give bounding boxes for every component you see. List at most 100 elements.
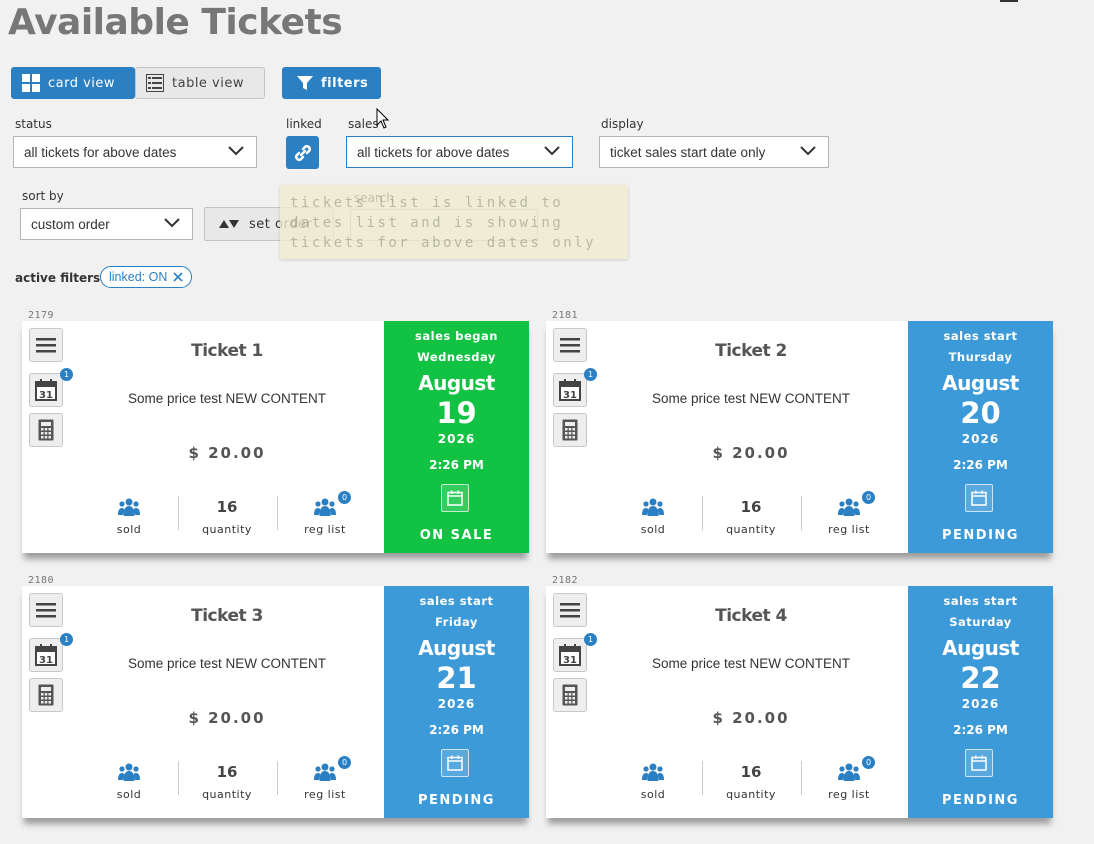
quantity-value: 16 <box>740 498 762 516</box>
reg-list-stat[interactable]: reg list <box>277 762 373 801</box>
sort-arrows-icon <box>219 220 239 228</box>
ticket-dates-button[interactable]: 31 <box>29 638 63 672</box>
sold-stat[interactable]: sold <box>605 762 701 801</box>
active-filter-chip-label: linked: ON <box>109 270 168 284</box>
dates-count-badge: 1 <box>60 633 73 646</box>
sales-time: 2:26 PM <box>953 458 1008 472</box>
ticket-calculator-button[interactable] <box>553 413 587 447</box>
sort-by-select-value: custom order <box>31 216 110 232</box>
hamburger-menu-icon <box>36 338 56 353</box>
ticket-price: $ 20.00 <box>712 709 790 727</box>
dates-count-badge: 1 <box>60 368 73 381</box>
sales-status-text: sales start <box>943 329 1018 343</box>
sales-select[interactable]: all tickets for above dates <box>346 136 573 168</box>
svg-text:31: 31 <box>563 390 577 401</box>
grid-icon <box>22 74 40 92</box>
linked-toggle-button[interactable] <box>286 136 319 169</box>
sort-by-select[interactable]: custom order <box>20 208 193 240</box>
sales-date-panel: sales began Wednesday August 19 2026 2:2… <box>384 321 529 553</box>
filters-button[interactable]: filters <box>282 67 381 99</box>
ticket-card: 31 1 Ticket 3 Some price test NEW CONTEN… <box>22 586 529 818</box>
linked-label: linked <box>286 117 322 131</box>
reg-list-label: reg list <box>828 788 870 801</box>
table-view-button[interactable]: table view <box>135 67 265 99</box>
reg-list-stat[interactable]: reg list <box>277 497 373 536</box>
edit-sale-date-button[interactable] <box>965 749 993 777</box>
svg-text:31: 31 <box>563 655 577 666</box>
ticket-price: $ 20.00 <box>188 709 266 727</box>
calendar-icon: 31 <box>559 379 581 401</box>
sale-status-label: PENDING <box>942 528 1019 543</box>
chevron-down-icon <box>164 218 180 228</box>
window-control-icon[interactable] <box>1000 0 1018 2</box>
reg-list-label: reg list <box>828 523 870 536</box>
ticket-name: Ticket 2 <box>715 341 787 361</box>
ticket-id: 2182 <box>552 575 579 586</box>
users-icon <box>118 498 140 516</box>
ticket-dates-button[interactable]: 31 <box>553 638 587 672</box>
ticket-dates-button[interactable]: 31 <box>29 373 63 407</box>
users-icon <box>838 763 860 781</box>
dates-count-badge: 1 <box>584 368 597 381</box>
sales-select-value: all tickets for above dates <box>357 144 510 160</box>
ticket-id: 2181 <box>552 310 579 321</box>
users-icon <box>642 498 664 516</box>
ticket-dates-button[interactable]: 31 <box>553 373 587 407</box>
sales-day: 22 <box>960 661 1001 695</box>
calendar-icon: 31 <box>35 644 57 666</box>
hamburger-menu-icon <box>36 603 56 618</box>
ticket-calculator-button[interactable] <box>29 413 63 447</box>
sales-weekday: Friday <box>435 615 478 629</box>
ticket-menu-button[interactable] <box>553 593 587 627</box>
close-icon[interactable] <box>173 272 183 282</box>
ticket-name: Ticket 3 <box>191 606 263 626</box>
calendar-icon: 31 <box>559 644 581 666</box>
ticket-calculator-button[interactable] <box>29 678 63 712</box>
quantity-value: 16 <box>216 763 238 781</box>
sales-year: 2026 <box>961 432 1000 446</box>
ticket-menu-button[interactable] <box>553 328 587 362</box>
quantity-stat: 16 quantity <box>179 497 275 536</box>
sold-stat[interactable]: sold <box>81 497 177 536</box>
ticket-description: Some price test NEW CONTENT <box>651 391 851 406</box>
sold-stat[interactable]: sold <box>81 762 177 801</box>
calculator-icon <box>562 419 578 441</box>
sales-day: 19 <box>436 396 477 430</box>
display-label: display <box>601 117 644 131</box>
link-icon <box>294 144 311 161</box>
calculator-icon <box>38 419 54 441</box>
reg-list-count-badge: 0 <box>338 756 351 769</box>
sold-stat[interactable]: sold <box>605 497 701 536</box>
quantity-label: quantity <box>202 523 252 536</box>
sales-day: 20 <box>960 396 1001 430</box>
ticket-card: 31 1 Ticket 1 Some price test NEW CONTEN… <box>22 321 529 553</box>
quantity-value: 16 <box>216 498 238 516</box>
reg-list-stat[interactable]: reg list <box>801 497 897 536</box>
reg-list-stat[interactable]: reg list <box>801 762 897 801</box>
ticket-card: 31 1 Ticket 4 Some price test NEW CONTEN… <box>546 586 1053 818</box>
card-view-button[interactable]: card view <box>11 67 135 99</box>
users-icon <box>314 498 336 516</box>
edit-sale-date-button[interactable] <box>441 484 469 512</box>
calendar-icon <box>447 755 463 771</box>
mouse-cursor-icon <box>376 108 390 129</box>
sale-status-label: ON SALE <box>419 528 494 543</box>
display-select[interactable]: ticket sales start date only <box>599 136 829 168</box>
status-label: status <box>15 117 52 131</box>
reg-list-count-badge: 0 <box>862 756 875 769</box>
ticket-menu-button[interactable] <box>29 328 63 362</box>
table-icon <box>146 74 164 92</box>
sales-year: 2026 <box>961 697 1000 711</box>
ticket-calculator-button[interactable] <box>553 678 587 712</box>
edit-sale-date-button[interactable] <box>965 484 993 512</box>
active-filter-chip[interactable]: linked: ON <box>100 266 193 288</box>
card-view-label: card view <box>48 75 116 91</box>
status-select[interactable]: all tickets for above dates <box>13 136 257 168</box>
sold-label: sold <box>640 523 666 536</box>
ticket-description: Some price test NEW CONTENT <box>651 656 851 671</box>
sales-time: 2:26 PM <box>429 723 484 737</box>
ticket-description: Some price test NEW CONTENT <box>127 391 327 406</box>
ticket-menu-button[interactable] <box>29 593 63 627</box>
sales-date-panel: sales start Thursday August 20 2026 2:26… <box>908 321 1053 553</box>
edit-sale-date-button[interactable] <box>441 749 469 777</box>
